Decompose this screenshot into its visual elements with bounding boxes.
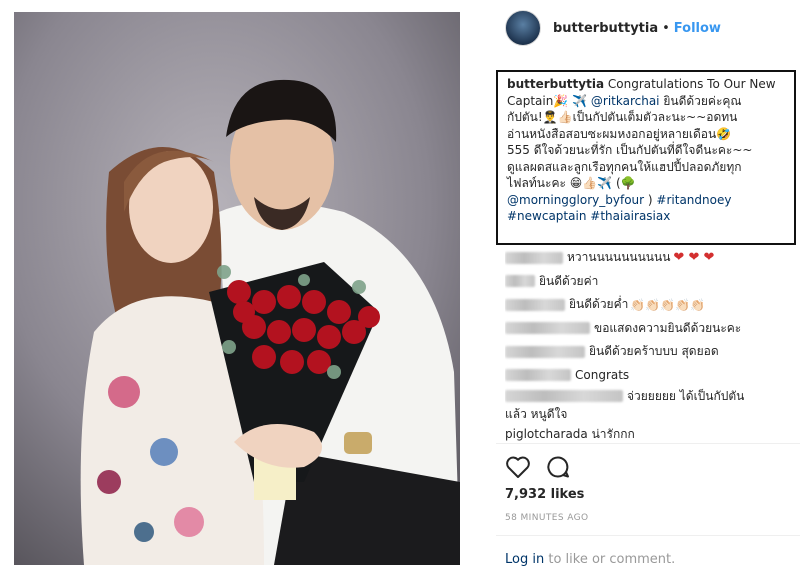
- blurred-username[interactable]: [505, 298, 565, 311]
- blurred-username[interactable]: [505, 251, 563, 264]
- list-item: ยินดีด้วยค่า: [505, 270, 790, 294]
- caption-username[interactable]: butterbuttytia: [507, 77, 604, 91]
- caption-line: กัปตัน!👨‍✈️👍🏻เป็นกัปตันเต็มตัวละนะ~~อดทน: [507, 110, 738, 124]
- heart-emoji: ❤ ❤ ❤: [673, 250, 715, 266]
- list-item: ยินดีด้วยคร้าบบบ สุดยอด: [505, 340, 790, 364]
- caption-text: ): [647, 192, 653, 207]
- caption-line: ไฟลท์นะคะ 😁👍🏻✈️ (🌳: [507, 176, 636, 190]
- blurred-username[interactable]: [505, 322, 590, 335]
- login-link[interactable]: Log in: [505, 552, 544, 567]
- username-link[interactable]: butterbuttytia: [553, 21, 658, 36]
- blurred-username[interactable]: [505, 275, 535, 288]
- comment-text: ยินดีด้วยคร้าบบบ สุดยอด: [589, 344, 719, 359]
- mention-link[interactable]: @ritkarchai: [591, 94, 660, 108]
- list-item: จ่วยยยยย ได้เป็นกัปตัน แล้ว หนูดีใจ: [505, 387, 790, 423]
- couple-photo: [14, 12, 460, 565]
- blurred-username[interactable]: [505, 369, 571, 382]
- hashtag-link[interactable]: #thaiairasiax: [590, 209, 670, 223]
- comment-text: ยินดีด้วยค่า: [539, 273, 599, 288]
- caption: butterbuttytia Congratulations To Our Ne…: [496, 70, 796, 245]
- caption-line: อ่านหนังสือสอบซะผมหงอกอยู่หลายเดือน🤣: [507, 126, 732, 141]
- caption-text: Congratulations To Our New: [607, 77, 776, 91]
- caption-line: ดูแลผดสและลูกเรือทุกคนให้แฮปปี้ปลอดภัยทุ…: [507, 159, 742, 174]
- heart-outline-icon[interactable]: [505, 455, 531, 483]
- list-item: piglotcharada น่ารักกก: [505, 423, 790, 442]
- divider: [496, 443, 800, 444]
- comment-bubble-icon[interactable]: [545, 455, 571, 483]
- caption-line: 555 ดีใจด้วยนะที่รัก เป็นกัปตันที่ดีใจดี…: [507, 143, 753, 157]
- comment-text: Congrats: [575, 368, 630, 383]
- comment-text: piglotcharada น่ารักกก: [505, 427, 635, 442]
- caption-text: Captain: [507, 93, 554, 108]
- separator-dot: •: [662, 20, 670, 36]
- list-item: ขอแสดงความยินดีด้วยนะคะ: [505, 317, 790, 341]
- caption-emoji: 🎉 ✈️: [553, 93, 588, 108]
- timestamp[interactable]: 58 MINUTES AGO: [505, 513, 588, 523]
- follow-button[interactable]: Follow: [674, 21, 721, 36]
- comment-text: ขอแสดงความยินดีด้วยนะคะ: [594, 320, 742, 335]
- list-item: หวานนนนนนนนนน ❤ ❤ ❤: [505, 246, 790, 270]
- caption-text: ยินดีด้วยค่ะคุณ: [663, 93, 742, 108]
- post-header: butterbuttytia • Follow: [505, 8, 721, 48]
- comment-text: แล้ว หนูดีใจ: [505, 407, 568, 421]
- list-item: ยินดีด้วยค่ำ 👏🏻👏🏻👏🏻👏🏻👏🏻: [505, 293, 790, 317]
- action-bar: [505, 455, 571, 483]
- comment-list: หวานนนนนนนนนน ❤ ❤ ❤ ยินดีด้วยค่า ยินดีด้…: [505, 246, 790, 442]
- comment-text: หวานนนนนนนนนน: [567, 250, 671, 265]
- login-prompt: Log in to like or comment.: [505, 552, 675, 567]
- mention-link[interactable]: @morningglory_byfour: [507, 193, 644, 207]
- post-photo[interactable]: [14, 12, 460, 565]
- blurred-username[interactable]: [505, 345, 585, 358]
- clap-emoji: 👏🏻👏🏻👏🏻👏🏻👏🏻: [630, 297, 706, 312]
- login-prompt-text: to like or comment.: [548, 552, 676, 567]
- blurred-username[interactable]: [505, 390, 623, 402]
- like-count[interactable]: 7,932 likes: [505, 487, 584, 502]
- avatar[interactable]: [505, 10, 541, 46]
- comment-text: จ่วยยยยย ได้เป็นกัปตัน: [627, 389, 745, 403]
- list-item: Congrats: [505, 364, 790, 388]
- hashtag-link[interactable]: #ritandnoey: [656, 193, 731, 207]
- divider: [496, 535, 800, 536]
- hashtag-link[interactable]: #newcaptain: [507, 209, 586, 223]
- comment-text: ยินดีด้วยค่ำ: [569, 297, 629, 312]
